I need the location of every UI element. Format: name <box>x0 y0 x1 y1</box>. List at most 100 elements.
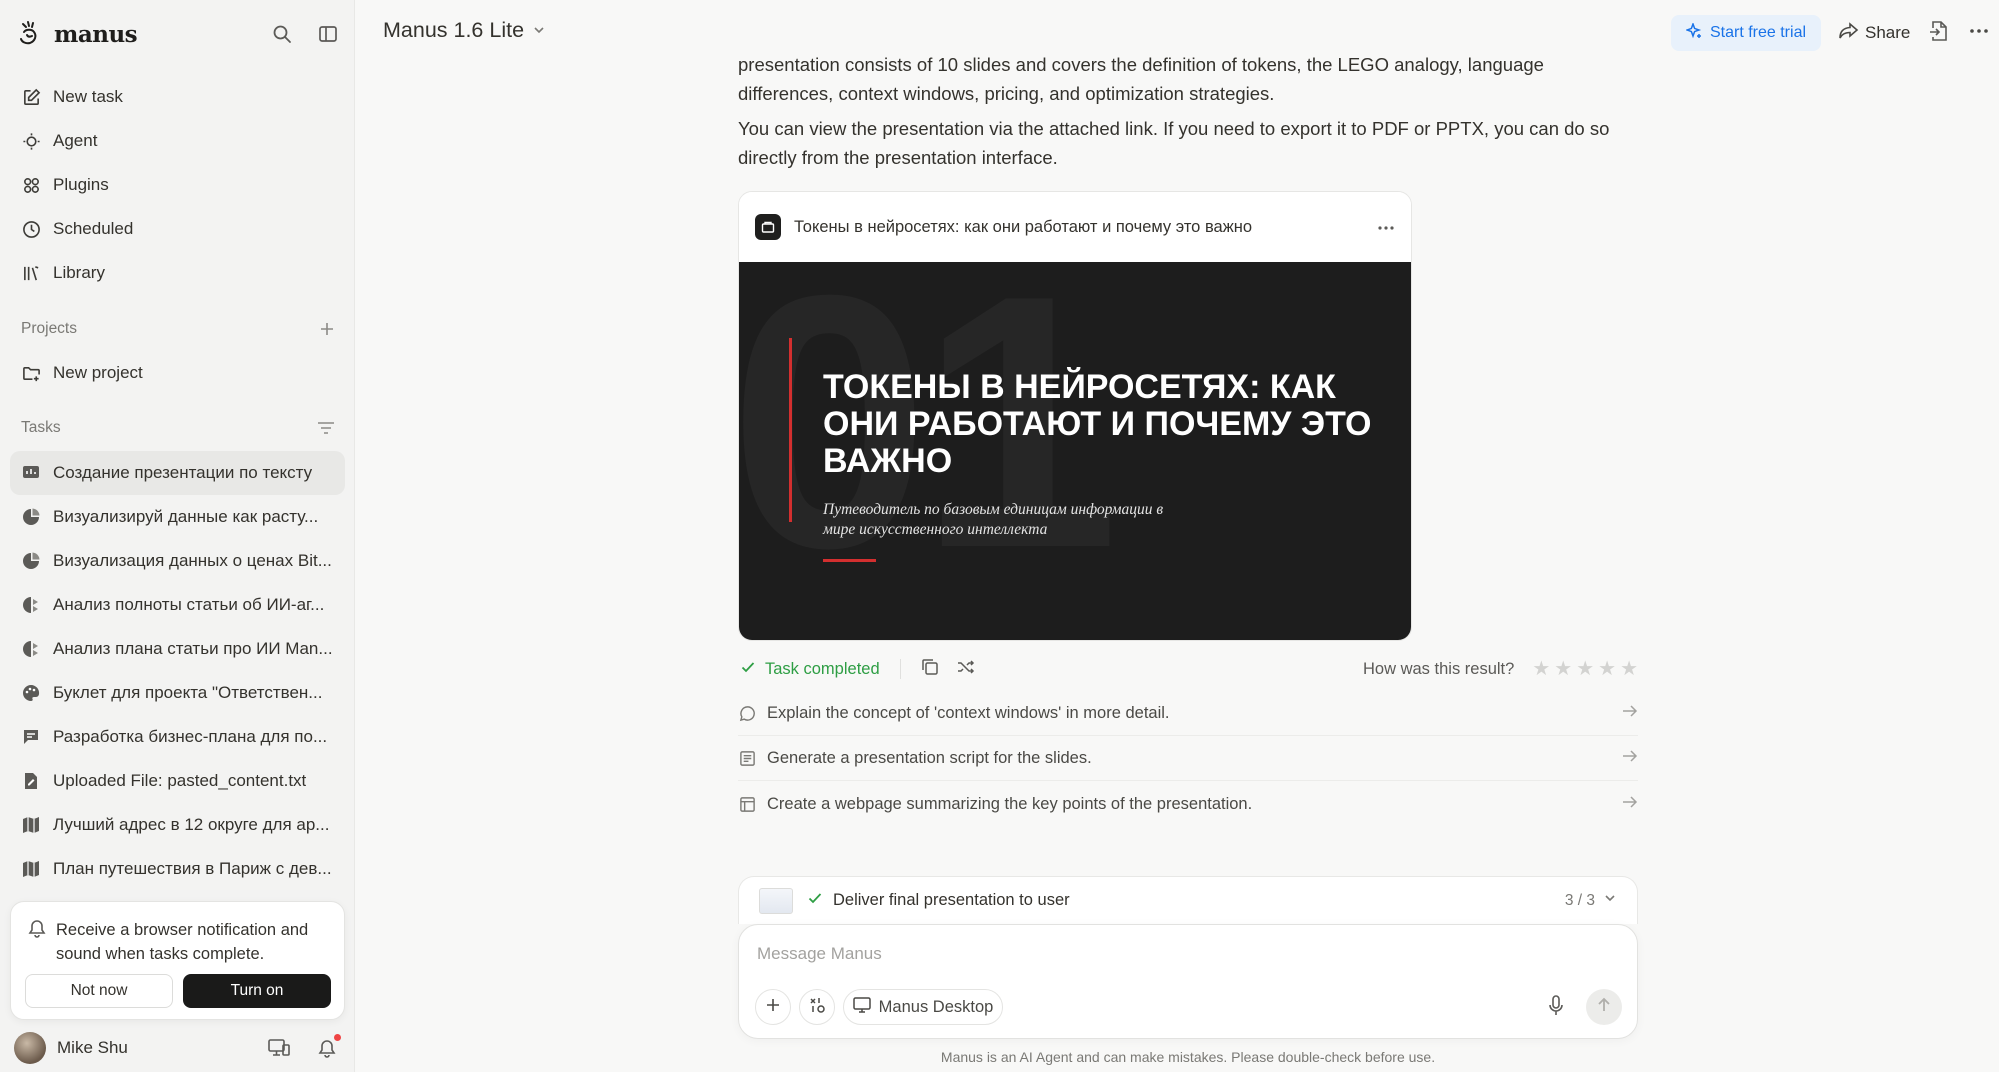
star-icon[interactable]: ★ <box>1554 659 1572 679</box>
star-icon[interactable]: ★ <box>1598 659 1616 679</box>
task-label: Буклет для проекта "Ответствен... <box>53 683 323 702</box>
app-name: manus <box>54 20 138 48</box>
tasks-heading: Tasks <box>21 416 335 440</box>
send-button[interactable] <box>1586 989 1622 1025</box>
start-free-trial-button[interactable]: Start free trial <box>1671 15 1821 51</box>
plan-progress-bar[interactable]: Deliver final presentation to user 3 / 3 <box>738 876 1638 924</box>
manus-desktop-label: Manus Desktop <box>878 997 994 1016</box>
nav-plugins[interactable]: Plugins <box>10 163 345 207</box>
manus-desktop-button[interactable]: Manus Desktop <box>843 989 1003 1025</box>
task-item[interactable]: Анализ плана статьи про ИИ Man... <box>10 627 345 671</box>
search-icon[interactable] <box>269 21 295 47</box>
assistant-message-intro: presentation consists of 10 slides and c… <box>738 51 1638 108</box>
share-label: Share <box>1865 23 1911 42</box>
star-icon[interactable]: ★ <box>1620 659 1638 679</box>
task-item[interactable]: Разработка бизнес-плана для по... <box>10 715 345 759</box>
check-icon <box>740 659 756 680</box>
tools-button[interactable] <box>799 989 835 1025</box>
chat-area: presentation consists of 10 slides and c… <box>356 54 1999 1072</box>
filter-icon[interactable] <box>317 420 335 436</box>
task-item[interactable]: План путешествия в Париж с дев... <box>10 847 345 891</box>
rating-section: How was this result? ★ ★ ★ ★ ★ <box>1363 659 1638 679</box>
task-label: План путешествия в Париж с дев... <box>53 859 332 878</box>
notifications-bell-icon[interactable] <box>314 1034 341 1061</box>
share-icon <box>1839 21 1859 45</box>
folder-plus-icon <box>20 362 42 384</box>
presentation-icon <box>20 462 42 484</box>
shuffle-icon[interactable] <box>957 658 975 681</box>
projects-heading-label: Projects <box>21 320 77 337</box>
plus-icon <box>765 997 781 1018</box>
map-icon <box>20 858 42 880</box>
suggestion-item[interactable]: Explain the concept of 'context windows'… <box>738 692 1638 736</box>
slide-subtitle: Путеводитель по базовым единицам информа… <box>823 501 1164 538</box>
add-project-icon[interactable] <box>319 321 335 337</box>
nav-library[interactable]: Library <box>10 251 345 295</box>
task-status-row: Task completed How was this result? ★ ★ … <box>738 654 1638 684</box>
star-icon[interactable]: ★ <box>1532 659 1550 679</box>
nav-label: Agent <box>53 131 98 150</box>
plan-step-label: Deliver final presentation to user <box>833 891 1070 909</box>
presentation-title: Токены в нейросетях: как они работают и … <box>794 217 1253 236</box>
task-item[interactable]: Буклет для проекта "Ответствен... <box>10 671 345 715</box>
suggestion-item[interactable]: Generate a presentation script for the s… <box>738 737 1638 781</box>
arrow-right-icon <box>1622 795 1638 814</box>
message-input[interactable] <box>757 939 1617 969</box>
copy-icon[interactable] <box>921 658 939 681</box>
suggestion-item[interactable]: Create a webpage summarizing the key poi… <box>738 782 1638 826</box>
nav-label: Library <box>53 263 105 282</box>
slide-preview[interactable]: 01 ТОКЕНЫ В НЕЙРОСЕТЯХ: КАК ОНИ РАБОТАЮТ… <box>739 262 1411 640</box>
task-item[interactable]: Визуализация данных о ценах Bit... <box>10 539 345 583</box>
logo-row: manus <box>16 14 341 54</box>
nav-agent[interactable]: Agent <box>10 119 345 163</box>
microphone-icon[interactable] <box>1548 995 1564 1022</box>
user-name[interactable]: Mike Shu <box>57 1038 128 1058</box>
suggestion-label: Explain the concept of 'context windows'… <box>767 704 1170 722</box>
pie-chart-icon <box>20 550 42 572</box>
task-item[interactable]: Создание презентации по тексту <box>10 451 345 495</box>
task-item[interactable]: Анализ полноты статьи об ИИ-аг... <box>10 583 345 627</box>
export-file-icon[interactable] <box>1929 20 1949 47</box>
library-icon <box>20 262 42 284</box>
task-label: Анализ плана статьи про ИИ Man... <box>53 639 333 658</box>
task-item[interactable]: Uploaded File: pasted_content.txt <box>10 759 345 803</box>
task-label: Разработка бизнес-плана для по... <box>53 727 328 746</box>
nav-label: New project <box>53 363 143 382</box>
avatar[interactable] <box>14 1032 46 1064</box>
star-icon[interactable]: ★ <box>1576 659 1594 679</box>
sparkle-icon <box>1684 21 1702 44</box>
slide-accent-bar <box>789 338 792 522</box>
model-selector[interactable]: Manus 1.6 Lite <box>383 18 546 43</box>
arrow-right-icon <box>1622 704 1638 723</box>
arrow-up-icon <box>1596 997 1612 1018</box>
monitor-icon <box>852 996 871 1018</box>
rating-prompt: How was this result? <box>1363 659 1515 678</box>
more-options-icon[interactable] <box>1969 23 1989 44</box>
trial-label: Start free trial <box>1709 24 1807 41</box>
notification-badge <box>334 1034 341 1041</box>
plan-progress-count: 3 / 3 <box>1564 891 1595 909</box>
task-item[interactable]: Визуализируй данные как расту... <box>10 495 345 539</box>
nav-scheduled[interactable]: Scheduled <box>10 207 345 251</box>
share-button[interactable]: Share <box>1833 15 1916 51</box>
task-label: Лучший адрес в 12 округе для ар... <box>53 815 330 834</box>
not-now-button[interactable]: Not now <box>25 974 173 1008</box>
sidebar-toggle-icon[interactable] <box>315 21 341 47</box>
task-label: Визуализация данных о ценах Bit... <box>53 551 332 570</box>
turn-on-button[interactable]: Turn on <box>183 974 331 1008</box>
status-label: Task completed <box>765 659 880 678</box>
plan-progress-toggle[interactable]: 3 / 3 <box>1565 891 1617 910</box>
task-item[interactable]: Лучший адрес в 12 округе для ар... <box>10 803 345 847</box>
nav-new-task[interactable]: New task <box>10 75 345 119</box>
devices-icon[interactable] <box>266 1035 292 1061</box>
suggestion-label: Create a webpage summarizing the key poi… <box>767 794 1253 813</box>
disclaimer-text: Manus is an AI Agent and can make mistak… <box>940 1049 1436 1065</box>
nav-label: Scheduled <box>53 219 134 238</box>
presentation-card[interactable]: Токены в нейросетях: как они работают и … <box>738 191 1412 641</box>
clock-icon <box>20 218 42 240</box>
presentation-more-icon[interactable] <box>1377 218 1395 236</box>
add-attachment-button[interactable] <box>755 989 791 1025</box>
nav-new-project[interactable]: New project <box>10 351 345 395</box>
message-line: presentation consists of 10 slides and c… <box>738 54 1544 75</box>
manus-logo-icon[interactable] <box>16 19 46 49</box>
